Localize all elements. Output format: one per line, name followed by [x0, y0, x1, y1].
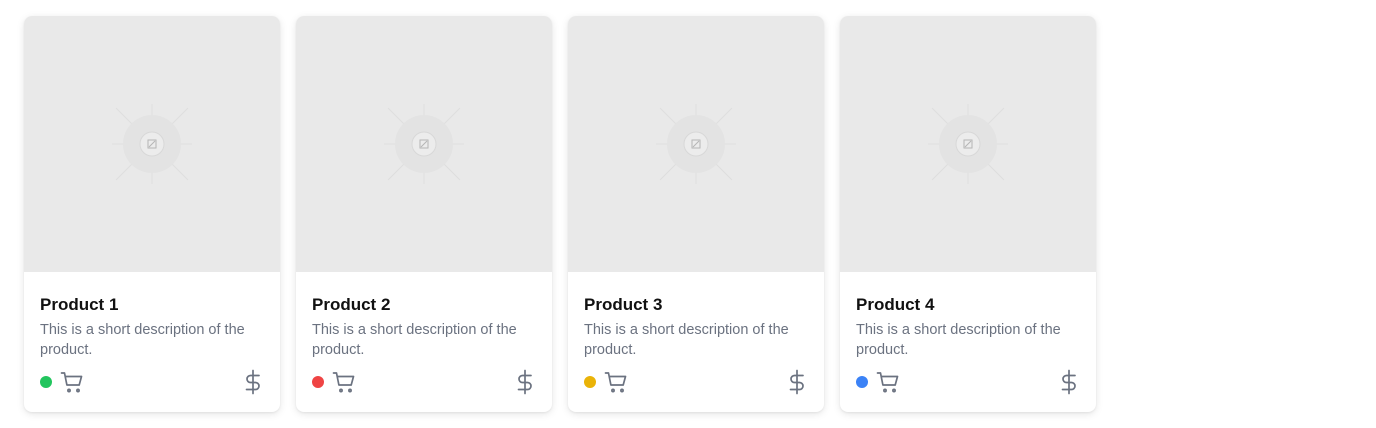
- cart-icon[interactable]: [332, 370, 356, 394]
- product-image: [296, 16, 552, 272]
- product-image: [24, 16, 280, 272]
- status-dot: [584, 376, 596, 388]
- product-card[interactable]: Product 2 This is a short description of…: [296, 16, 552, 412]
- product-image: [840, 16, 1096, 272]
- product-image: [568, 16, 824, 272]
- product-title: Product 2: [312, 295, 391, 314]
- product-description: This is a short description of the produ…: [584, 322, 789, 358]
- image-placeholder-icon: [656, 104, 736, 184]
- card-footer: [584, 368, 808, 396]
- status-dot: [856, 376, 868, 388]
- product-card[interactable]: Product 1 This is a short description of…: [24, 16, 280, 412]
- cart-icon[interactable]: [876, 370, 900, 394]
- card-footer: [312, 368, 536, 396]
- product-description: This is a short description of the produ…: [856, 322, 1061, 358]
- cart-icon[interactable]: [604, 370, 628, 394]
- product-grid: Product 1 This is a short description of…: [24, 16, 1096, 412]
- status-dot: [40, 376, 52, 388]
- product-title: Product 3: [584, 295, 663, 314]
- image-placeholder-icon: [928, 104, 1008, 184]
- card-footer: [40, 368, 264, 396]
- product-card[interactable]: Product 4 This is a short description of…: [840, 16, 1096, 412]
- cart-icon[interactable]: [60, 370, 84, 394]
- image-placeholder-icon: [384, 104, 464, 184]
- product-description: This is a short description of the produ…: [40, 322, 245, 358]
- status-dot: [312, 376, 324, 388]
- product-title: Product 1: [40, 295, 119, 314]
- product-title: Product 4: [856, 295, 935, 314]
- dollar-icon[interactable]: [514, 369, 536, 395]
- card-footer: [856, 368, 1080, 396]
- product-card[interactable]: Product 3 This is a short description of…: [568, 16, 824, 412]
- dollar-icon[interactable]: [1058, 369, 1080, 395]
- image-placeholder-icon: [112, 104, 192, 184]
- dollar-icon[interactable]: [242, 369, 264, 395]
- product-description: This is a short description of the produ…: [312, 322, 517, 358]
- dollar-icon[interactable]: [786, 369, 808, 395]
